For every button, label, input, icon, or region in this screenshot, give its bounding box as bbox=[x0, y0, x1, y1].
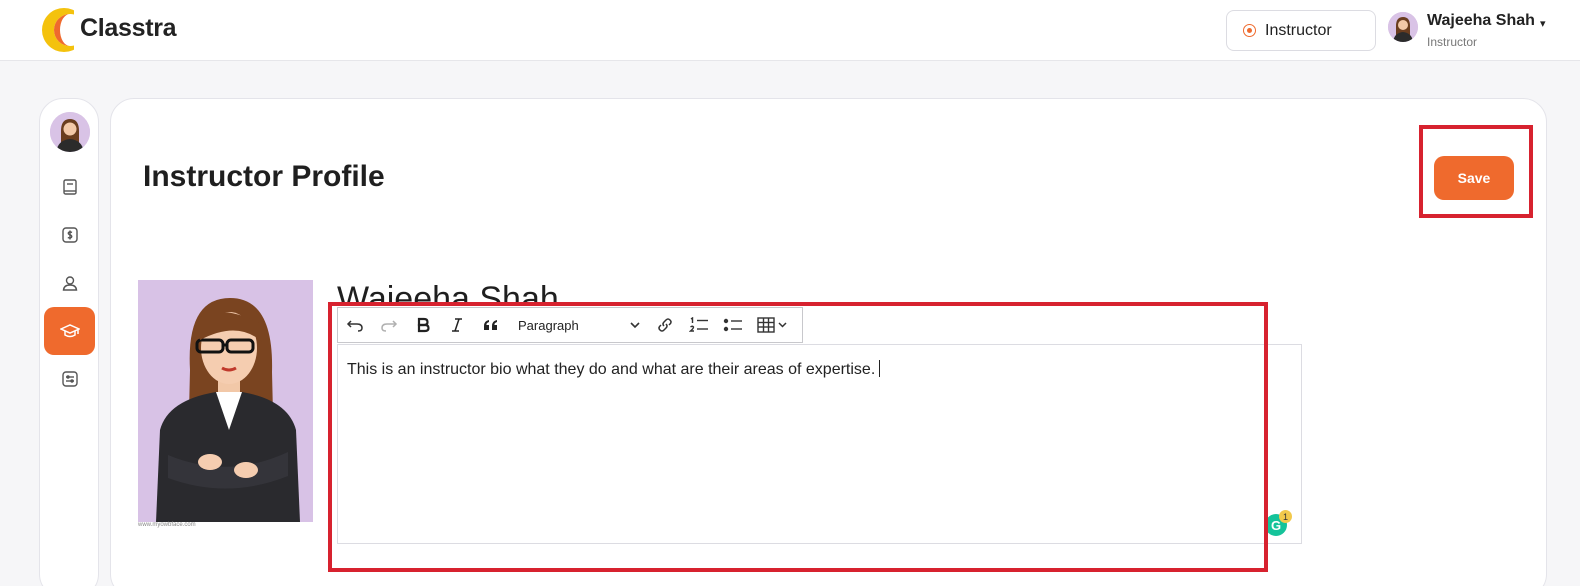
role-switch-label: Instructor bbox=[1265, 21, 1332, 39]
sidebar-item-payments[interactable] bbox=[44, 211, 95, 259]
radio-selected-icon bbox=[1243, 24, 1256, 37]
photo-caption: www.myowbface.com bbox=[138, 522, 196, 528]
role-switch-button[interactable]: Instructor bbox=[1226, 10, 1376, 51]
top-bar: Classtra Instructor Wajeeha Shah Instruc… bbox=[0, 0, 1580, 61]
user-avatar[interactable] bbox=[1388, 12, 1418, 42]
graduation-cap-icon bbox=[59, 324, 80, 338]
sidebar-item-instructor-profile[interactable] bbox=[44, 307, 95, 355]
user-name[interactable]: Wajeeha Shah bbox=[1427, 12, 1535, 30]
dollar-icon bbox=[61, 227, 78, 243]
page-title: Instructor Profile bbox=[143, 160, 385, 193]
sliders-icon bbox=[61, 371, 78, 387]
profile-photo[interactable] bbox=[138, 280, 313, 522]
sidebar bbox=[39, 98, 99, 586]
editor-highlight-box bbox=[328, 302, 1268, 572]
user-icon bbox=[62, 276, 77, 291]
grammarly-count-badge: 1 bbox=[1279, 510, 1292, 523]
sidebar-item-settings[interactable] bbox=[44, 355, 95, 403]
book-icon bbox=[62, 179, 77, 195]
save-highlight-box bbox=[1419, 125, 1533, 218]
sidebar-item-students[interactable] bbox=[44, 259, 95, 307]
user-menu-caret-icon[interactable]: ▾ bbox=[1540, 17, 1546, 30]
brand-name[interactable]: Classtra bbox=[80, 14, 177, 43]
user-role: Instructor bbox=[1427, 35, 1478, 49]
sidebar-avatar[interactable] bbox=[50, 112, 90, 152]
classtra-logo-icon[interactable] bbox=[40, 6, 74, 54]
sidebar-item-book[interactable] bbox=[44, 163, 95, 211]
